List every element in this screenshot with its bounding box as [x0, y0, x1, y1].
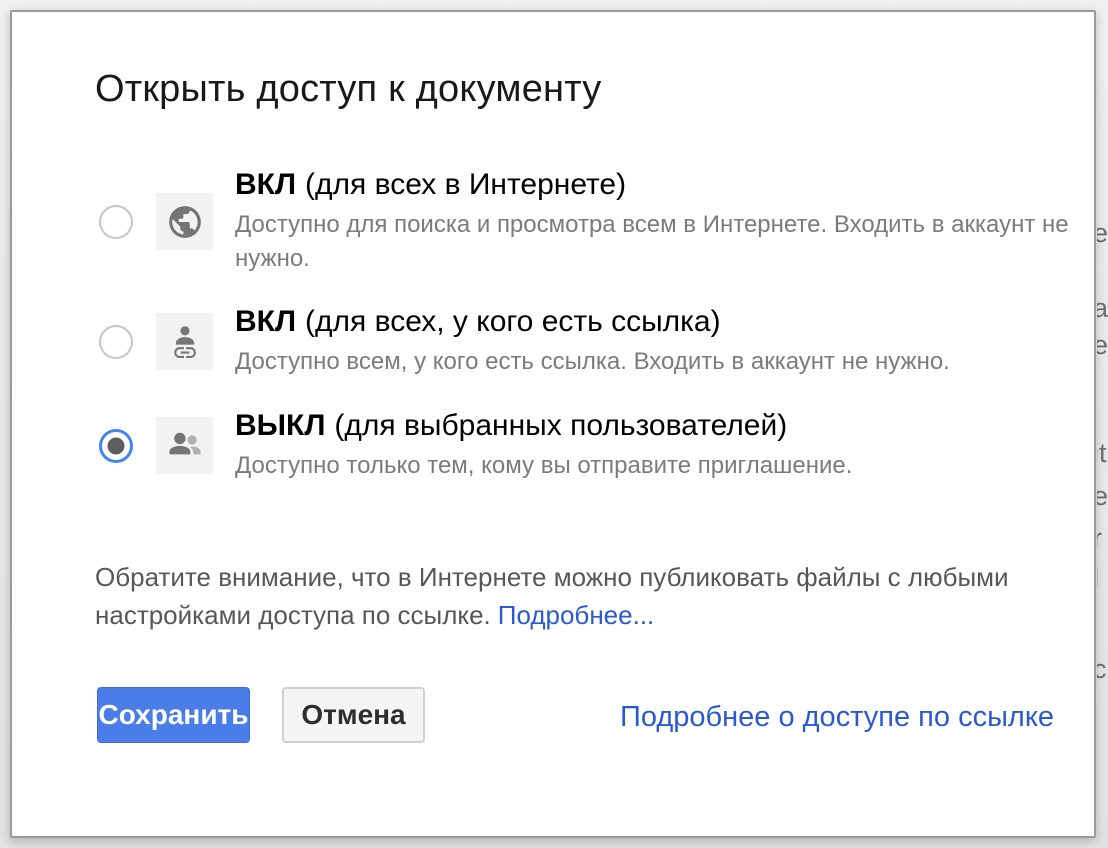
background-text-fragment: a	[1097, 295, 1108, 322]
background-text-fragment: l	[1097, 566, 1099, 593]
option-title: ВКЛ (для всех в Интернете)	[235, 167, 1095, 203]
background-text-fragment: it	[1097, 440, 1107, 467]
note-line-2: настройками доступа по ссылке.	[95, 600, 491, 630]
learn-more-link[interactable]: Подробнее...	[498, 600, 655, 630]
dialog-title: Открыть доступ к документу	[95, 68, 601, 112]
option-title: ВЫКЛ (для выбранных пользователей)	[235, 408, 1095, 444]
option-state: ВЫКЛ	[235, 409, 325, 442]
background-page-text-strip: e'aeiterlc	[1097, 0, 1108, 848]
background-text-fragment: r	[1097, 525, 1102, 552]
option-scope: (для выбранных пользователей)	[334, 409, 787, 442]
save-button[interactable]: Сохранить	[97, 687, 250, 743]
background-text-fragment: '	[1097, 258, 1098, 285]
background-text-fragment: e	[1097, 483, 1108, 510]
option-text-block: ВЫКЛ (для выбранных пользователей) Доступ…	[235, 408, 1095, 483]
background-text-fragment: e	[1097, 220, 1108, 247]
note-text: Обратите внимание, что в Интернете можно…	[95, 558, 1015, 634]
people-icon	[156, 417, 213, 474]
radio-specific-people[interactable]	[99, 429, 133, 463]
option-description: Доступно для поиска и просмотра всем в И…	[235, 208, 1095, 276]
link-sharing-help-link[interactable]: Подробнее о доступе по ссылке	[620, 700, 1054, 735]
radio-anyone-with-link[interactable]	[99, 325, 133, 359]
option-title: ВКЛ (для всех, у кого есть ссылка)	[235, 304, 1095, 340]
option-scope: (для всех, у кого есть ссылка)	[305, 305, 721, 338]
option-anyone-with-link[interactable]: ВКЛ (для всех, у кого есть ссылка) Доступ…	[99, 304, 1095, 379]
person-link-icon	[156, 313, 213, 370]
option-description: Доступно всем, у кого есть ссылка. Входи…	[235, 345, 1095, 379]
option-scope: (для всех в Интернете)	[305, 168, 626, 201]
option-specific-people[interactable]: ВЫКЛ (для выбранных пользователей) Доступ…	[99, 408, 1095, 483]
note-line-1: Обратите внимание, что в Интернете можно…	[95, 562, 1009, 592]
background-text-fragment: e	[1097, 332, 1108, 359]
option-text-block: ВКЛ (для всех, у кого есть ссылка) Доступ…	[235, 304, 1095, 379]
option-text-block: ВКЛ (для всех в Интернете) Доступно для п…	[235, 167, 1095, 276]
option-state: ВКЛ	[235, 168, 296, 201]
background-text-fragment: c	[1097, 656, 1107, 683]
option-public-on-internet[interactable]: ВКЛ (для всех в Интернете) Доступно для п…	[99, 167, 1095, 276]
option-description: Доступно только тем, кому вы отправите п…	[235, 449, 1095, 483]
cancel-button[interactable]: Отмена	[282, 687, 425, 743]
option-state: ВКЛ	[235, 305, 296, 338]
globe-icon	[156, 193, 213, 250]
share-document-dialog: Открыть доступ к документу ВКЛ (для всех …	[10, 10, 1096, 838]
radio-public-on-internet[interactable]	[99, 205, 133, 239]
